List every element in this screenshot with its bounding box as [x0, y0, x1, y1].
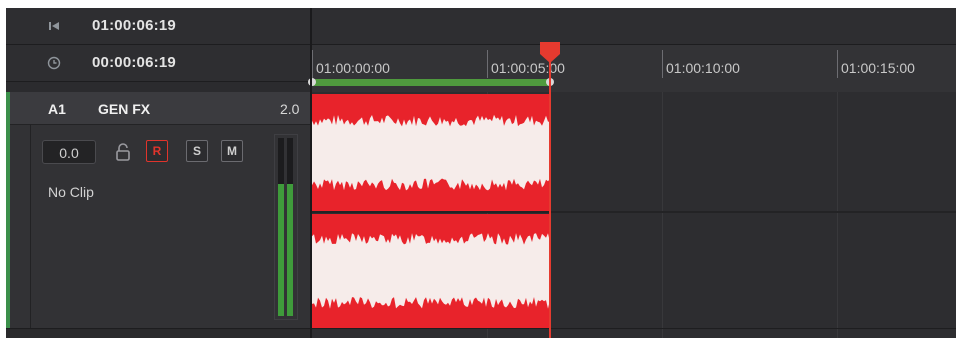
ruler-label: 01:00:10:00	[666, 60, 740, 76]
meter-right-channel	[287, 138, 293, 316]
track-id: A1	[48, 101, 66, 117]
mute-button[interactable]: M	[221, 140, 243, 162]
record-timecode: 01:00:06:19	[92, 17, 176, 34]
audio-clip-channel-1[interactable]	[312, 94, 550, 211]
ruler-label: 01:00:15:00	[841, 60, 915, 76]
timeline-gridline	[662, 92, 663, 338]
track-volume-field[interactable]: 0.0	[42, 140, 96, 164]
ruler-tick	[662, 50, 663, 78]
track-header	[6, 92, 310, 338]
solo-button[interactable]: S	[186, 140, 208, 162]
audio-clip-channel-2[interactable]	[312, 214, 550, 328]
waveform-channel-1	[312, 114, 550, 191]
meter-right-fill	[287, 184, 293, 316]
playhead-pointer	[540, 54, 560, 63]
lock-icon[interactable]	[114, 142, 132, 162]
meter-left-fill	[278, 184, 284, 316]
duration-timecode: 00:00:06:19	[92, 54, 176, 71]
ruler-tick	[837, 50, 838, 78]
ruler-label: 01:00:00:00	[316, 60, 390, 76]
track-channel-format: 2.0	[280, 101, 300, 117]
track-header-divider	[30, 124, 31, 328]
timeline-gridline	[837, 92, 838, 338]
track-footer	[6, 328, 310, 338]
playhead-line[interactable]	[549, 50, 551, 338]
fairlight-timeline-panel: 01:00:06:19 00:00:06:19 A1 GEN FX 2.0 0.…	[6, 8, 956, 338]
header-timeline-separator	[310, 8, 312, 338]
ruler-tick	[487, 50, 488, 78]
record-timecode-row: 01:00:06:19	[6, 8, 310, 45]
track-name[interactable]: GEN FX	[98, 101, 150, 117]
skip-to-start-icon[interactable]	[46, 18, 62, 34]
track-lane-bottom	[312, 328, 956, 329]
in-out-range-bar[interactable]	[312, 79, 550, 86]
ruler-tick	[312, 50, 313, 78]
channel-lane-divider	[312, 211, 956, 213]
duration-timecode-row: 00:00:06:19	[6, 45, 310, 82]
clock-icon	[46, 55, 62, 71]
track-clip-status: No Clip	[48, 184, 94, 200]
record-arm-button[interactable]: R	[146, 140, 168, 162]
meter-left-channel	[278, 138, 284, 316]
track-color-strip	[6, 92, 10, 328]
window: 01:00:06:19 00:00:06:19 A1 GEN FX 2.0 0.…	[0, 0, 956, 338]
waveform-channel-2	[312, 233, 550, 309]
timeline-ruler-top	[312, 8, 956, 45]
playhead-handle[interactable]	[540, 42, 560, 54]
